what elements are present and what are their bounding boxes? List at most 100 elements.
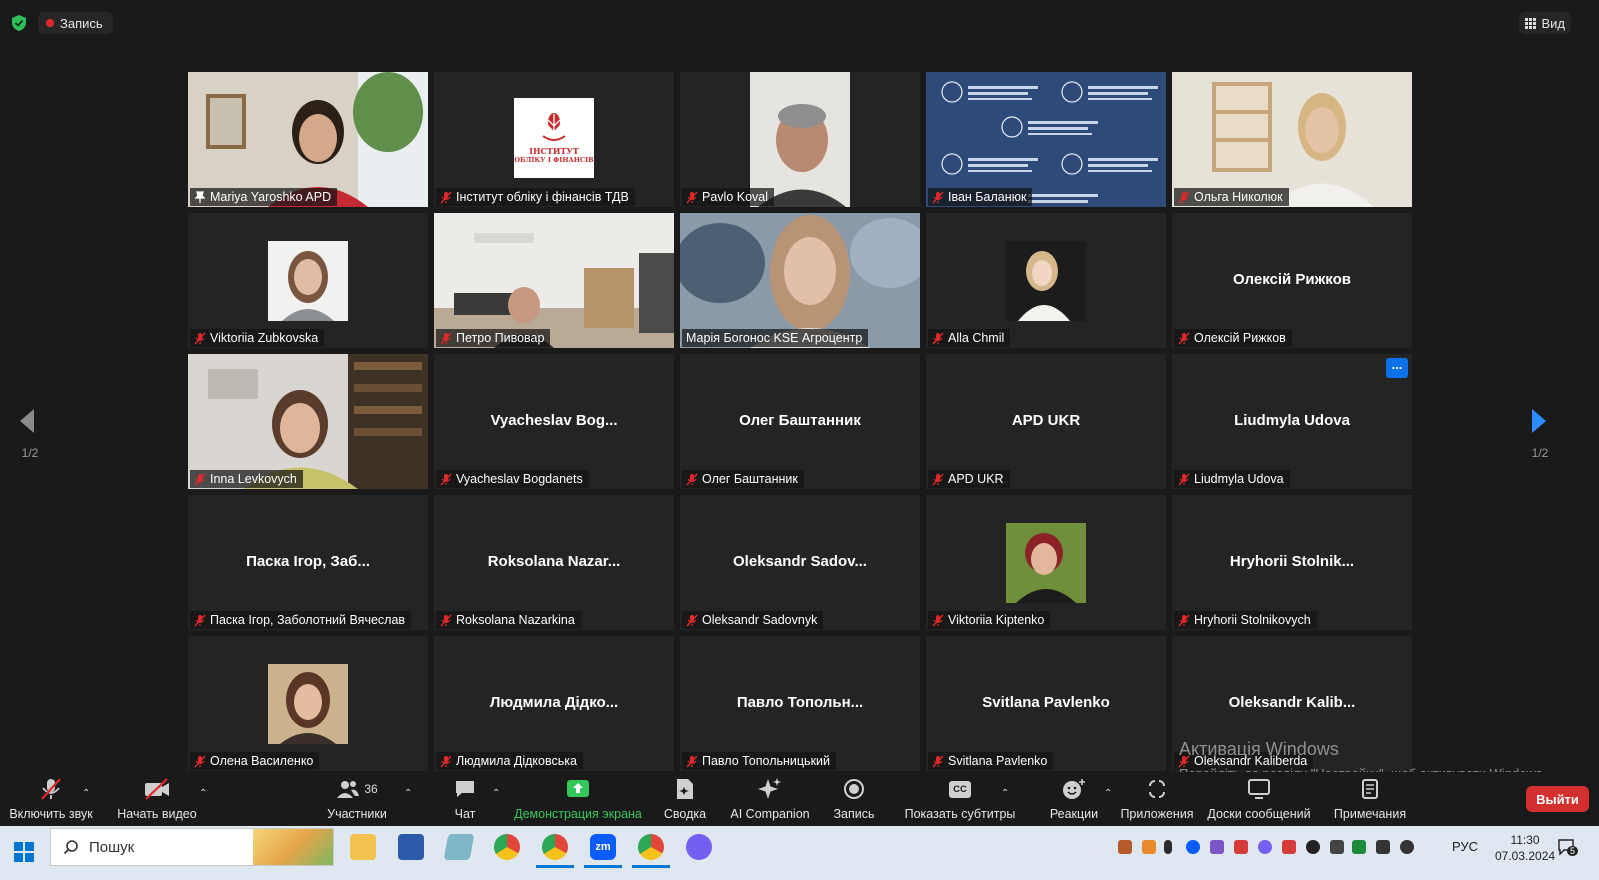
reactions-label: Реакции: [1049, 807, 1099, 821]
muted-mic-icon: [440, 614, 452, 626]
shield-tray-icon[interactable]: [1352, 840, 1366, 854]
participant-tile[interactable]: Людмила Дідко... Людмила Дідковська: [434, 636, 674, 771]
whiteboards-button[interactable]: Доски сообщений: [1207, 776, 1311, 821]
participant-tile[interactable]: Inna Levkovych: [188, 354, 428, 489]
previous-page-arrow-icon[interactable]: [14, 406, 44, 436]
participant-tile[interactable]: Hryhorii Stolnik... Hryhorii Stolnikovyc…: [1172, 495, 1412, 630]
notes-label: Примечания: [1333, 807, 1407, 821]
chrome-window-icon[interactable]: [632, 834, 670, 868]
record-button[interactable]: Запись: [832, 776, 876, 821]
participant-tile[interactable]: APD UKR APD UKR: [926, 354, 1166, 489]
audio-options-chevron-icon[interactable]: ⌃: [82, 788, 90, 799]
participant-tile[interactable]: Oleksandr Sadov... Oleksandr Sadovnyk: [680, 495, 920, 630]
participant-tile[interactable]: Svitlana Pavlenko Svitlana Pavlenko: [926, 636, 1166, 771]
logo-line-2: ОБЛІКУ І ФІНАНСІВ: [514, 156, 594, 164]
captions-options-chevron-icon[interactable]: ⌃: [1001, 788, 1009, 799]
zoom-app-icon[interactable]: zm: [584, 834, 622, 868]
show-captions-button[interactable]: CC ⌃ Показать субтитры: [905, 776, 1015, 821]
muted-mic-icon: [194, 473, 206, 485]
network-tray-icon[interactable]: [1376, 840, 1390, 854]
logo-line-1: ІНСТИТУТ: [529, 146, 579, 156]
participant-tile[interactable]: ... Liudmyla Udova Liudmyla Udova: [1172, 354, 1412, 489]
more-options-button[interactable]: ...: [1386, 358, 1408, 378]
notifications-icon[interactable]: 5: [1557, 838, 1579, 856]
keyboard-language[interactable]: РУС: [1452, 839, 1478, 854]
tray-app-icon[interactable]: [1118, 840, 1132, 854]
chat-options-chevron-icon[interactable]: ⌃: [492, 788, 500, 799]
notes-icon: [1362, 779, 1378, 799]
participant-tile[interactable]: Олексій Рижков Олексій Рижков: [1172, 213, 1412, 348]
leave-meeting-button[interactable]: Выйти: [1526, 786, 1589, 812]
notes-app-icon[interactable]: [443, 834, 475, 860]
reactions-options-chevron-icon[interactable]: ⌃: [1104, 788, 1112, 799]
participant-tile[interactable]: Mariya Yaroshko APD: [188, 72, 428, 207]
share-screen-button[interactable]: Демонстрация экрана: [514, 776, 642, 821]
pen-tray-icon[interactable]: [1210, 840, 1224, 854]
windows-start-icon[interactable]: [14, 842, 34, 862]
participant-tile[interactable]: Vyacheslav Bog... Vyacheslav Bogdanets: [434, 354, 674, 489]
participant-tile[interactable]: Паска Ігор, Заб... Паска Ігор, Заболотни…: [188, 495, 428, 630]
participants-options-chevron-icon[interactable]: ⌃: [404, 788, 412, 799]
zoom-tray-icon[interactable]: [1186, 840, 1200, 854]
participant-tile[interactable]: Іван Баланюк: [926, 72, 1166, 207]
unmute-button[interactable]: ⌃ Включить звук: [9, 776, 93, 821]
microphone-tray-icon[interactable]: [1164, 840, 1172, 854]
volume-tray-icon[interactable]: [1400, 840, 1414, 854]
participant-tile[interactable]: Pavlo Koval: [680, 72, 920, 207]
viber-icon[interactable]: [686, 834, 712, 860]
chat-button[interactable]: ⌃ Чат: [450, 776, 500, 821]
participant-name-tag: Oleksandr Sadovnyk: [682, 611, 824, 629]
recording-dot-icon: [46, 19, 54, 27]
participant-tile[interactable]: Олег Баштанник Олег Баштанник: [680, 354, 920, 489]
notes-button[interactable]: Примечания: [1334, 776, 1406, 821]
participant-name-tag: Roksolana Nazarkina: [436, 611, 581, 629]
chrome-profile-icon[interactable]: [536, 834, 574, 868]
grid-view-icon: [1525, 17, 1537, 29]
participant-name-tag: Марія Богонос KSE Агроцентр: [682, 329, 869, 347]
ai-companion-button[interactable]: AI Companion: [730, 776, 810, 821]
save-disk-icon[interactable]: [398, 834, 424, 860]
muted-mic-icon: [194, 614, 206, 626]
participant-tile[interactable]: Oleksandr Kalib... Oleksandr Kaliberda: [1172, 636, 1412, 771]
pdf-tray-icon[interactable]: [1234, 840, 1248, 854]
participant-tile[interactable]: Viktoriia Kiptenko: [926, 495, 1166, 630]
participants-button[interactable]: 36 ⌃ Участники: [327, 776, 412, 821]
participant-name-tag: Svitlana Pavlenko: [928, 752, 1054, 770]
video-options-chevron-icon[interactable]: ⌃: [199, 788, 207, 799]
summary-button[interactable]: Сводка: [664, 776, 706, 821]
participant-name-tag: Паска Ігор, Заболотний Вячеслав: [190, 611, 412, 629]
chrome-icon[interactable]: [494, 834, 520, 860]
apps-button[interactable]: Приложения: [1120, 776, 1194, 821]
participant-avatar: [268, 241, 348, 321]
participant-tile[interactable]: Ольга Николюк: [1172, 72, 1412, 207]
viber-tray-icon[interactable]: [1258, 840, 1272, 854]
taskbar-clock[interactable]: 11:30 07.03.2024: [1495, 832, 1555, 864]
participant-tile[interactable]: Viktoriia Zubkovska: [188, 213, 428, 348]
tray-app-icon[interactable]: [1330, 840, 1344, 854]
participant-tile[interactable]: Roksolana Nazar... Roksolana Nazarkina: [434, 495, 674, 630]
share-screen-icon: [567, 780, 589, 797]
participant-tile[interactable]: Петро Пивовар: [434, 213, 674, 348]
muted-mic-icon: [686, 191, 698, 203]
participant-video: [680, 72, 920, 207]
participant-tile[interactable]: ІНСТИТУТ ОБЛІКУ І ФІНАНСІВ Інститут облі…: [434, 72, 674, 207]
participant-tile-active-speaker[interactable]: Марія Богонос KSE Агроцентр: [680, 213, 920, 348]
taskbar-search-box[interactable]: Пошук: [50, 828, 334, 866]
tray-app-icon[interactable]: [1306, 840, 1320, 854]
tray-app-icon[interactable]: [1142, 840, 1156, 854]
participant-tile[interactable]: Alla Chmil: [926, 213, 1166, 348]
participant-tile[interactable]: Павло Топольн... Павло Топольницький: [680, 636, 920, 771]
next-page-arrow-icon[interactable]: [1523, 406, 1553, 436]
tray-app-icon[interactable]: [1282, 840, 1296, 854]
reactions-button[interactable]: ⌃ Реакции: [1049, 776, 1112, 821]
recording-indicator[interactable]: Запись: [38, 12, 113, 34]
participant-video: [1172, 72, 1412, 207]
participant-display-name: Liudmyla Udova: [1234, 412, 1350, 429]
view-button[interactable]: Вид: [1519, 12, 1571, 34]
participant-name: Олексій Рижков: [1194, 331, 1286, 345]
record-label: Запись: [833, 807, 875, 821]
file-explorer-icon[interactable]: [350, 834, 376, 860]
start-video-button[interactable]: ⌃ Начать видео: [117, 776, 207, 821]
security-shield-icon[interactable]: [12, 15, 26, 31]
participant-tile[interactable]: Олена Василенко: [188, 636, 428, 771]
